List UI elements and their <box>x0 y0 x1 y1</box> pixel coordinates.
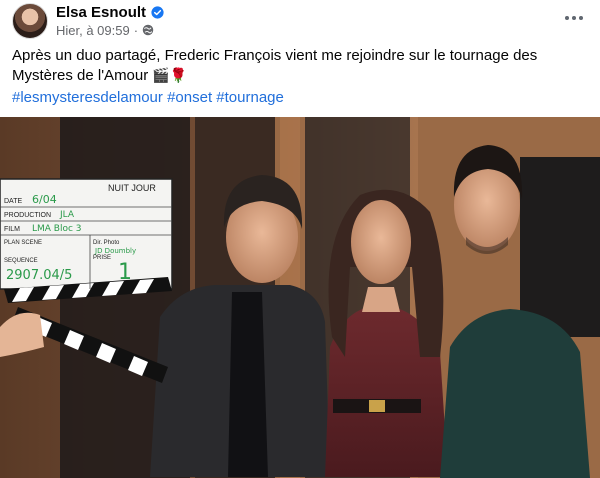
globe-icon[interactable] <box>142 24 154 36</box>
slate-value-prise: 1 <box>118 260 132 285</box>
post-body: Après un duo partagé, Frederic François … <box>12 47 538 84</box>
man-right-sweater <box>440 309 590 478</box>
slate-label-production: PRODUCTION <box>4 212 51 219</box>
post-photo[interactable]: NUIT JOUR DATE PRODUCTION FILM PLAN SCEN… <box>0 117 600 478</box>
hashtag-onset[interactable]: #onset <box>167 89 212 106</box>
slate-value-sequence: 2907.04/5 <box>6 268 72 283</box>
woman-belt-buckle <box>369 400 385 412</box>
author-name[interactable]: Elsa Esnoult <box>56 4 146 21</box>
author-row: Elsa Esnoult <box>56 3 164 21</box>
more-options-button[interactable] <box>560 8 588 28</box>
verified-badge-icon <box>151 5 164 19</box>
woman-neck <box>362 287 400 312</box>
slate-label-dir-photo: Dir. Photo <box>93 240 120 246</box>
slate-label-sequence: SEQUENCE <box>4 258 38 264</box>
more-options-icon <box>565 16 569 20</box>
slate-title: NUIT JOUR <box>108 183 156 193</box>
slate-value-film: LMA Bloc 3 <box>32 224 82 234</box>
slate-label-film: FILM <box>4 226 20 233</box>
slate-value-date: 6/04 <box>32 193 57 206</box>
woman-face <box>351 200 411 284</box>
man-left-shirt <box>228 292 268 477</box>
meta-separator: · <box>133 22 139 38</box>
post-timestamp[interactable]: Hier, à 09:59 <box>56 23 130 38</box>
photo-scene: NUIT JOUR DATE PRODUCTION FILM PLAN SCEN… <box>0 117 600 478</box>
slate-value-production: JLA <box>59 210 75 220</box>
slate-value-dir-photo: JD Doumbly <box>94 247 136 255</box>
hashtag-lesmysteresdelamour[interactable]: #lesmysteresdelamour <box>12 89 163 106</box>
post-meta: Hier, à 09:59 · <box>56 22 154 38</box>
hashtag-row: #lesmysteresdelamour #onset #tournage <box>12 88 284 108</box>
slate-label-plan-scene: PLAN SCENE <box>4 240 42 246</box>
author-avatar[interactable] <box>12 3 48 39</box>
post-emojis: 🎬🌹 <box>152 68 188 84</box>
background-shelf <box>520 157 600 337</box>
slate-label-prise: PRISE <box>93 255 111 261</box>
post-header: Elsa Esnoult Hier, à 09:59 · <box>0 0 600 40</box>
slate-label-date: DATE <box>4 198 22 205</box>
hashtag-tournage[interactable]: #tournage <box>216 89 284 106</box>
post-text: Après un duo partagé, Frederic François … <box>12 46 588 86</box>
